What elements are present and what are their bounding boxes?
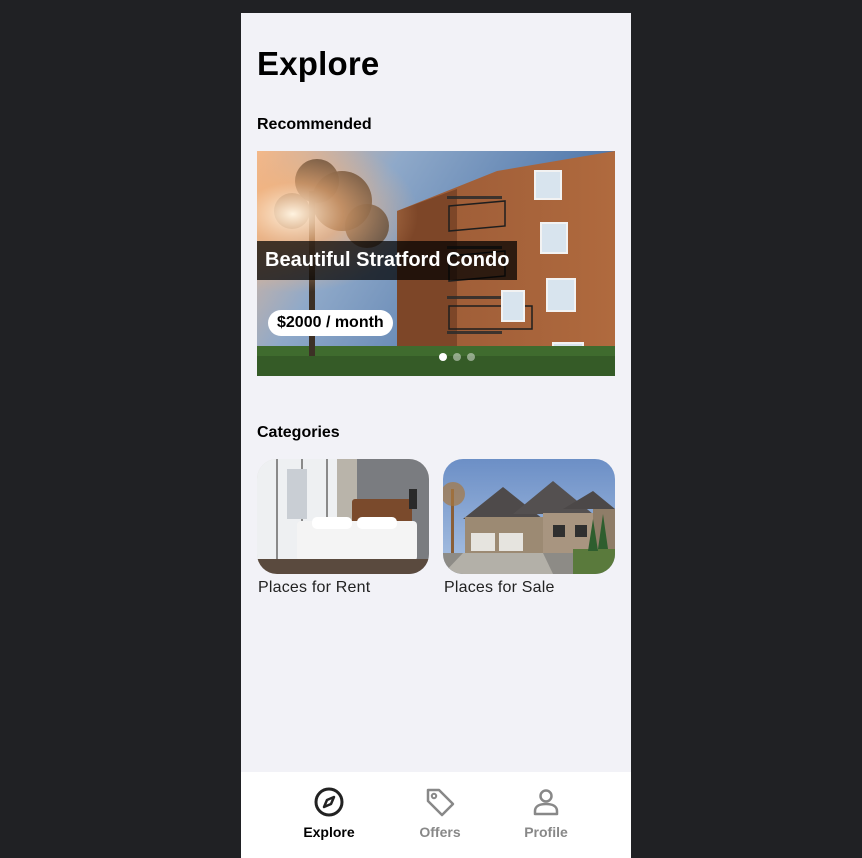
tab-label: Profile [524,824,568,840]
listing-title: Beautiful Stratford Condo [257,241,518,280]
page-title: Explore [257,45,380,82]
tab-label: Offers [419,824,461,840]
category-label: Places for Sale [444,579,555,596]
bedroom-photo [257,459,429,574]
category-places-for-sale[interactable]: Places for Sale [443,459,615,597]
tab-explore[interactable]: Explore [289,786,369,840]
tab-offers[interactable]: Offers [400,786,480,840]
recommended-heading: Recommended [257,116,372,133]
categories-heading: Categories [257,424,340,441]
tab-profile[interactable]: Profile [506,786,586,840]
tab-label: Explore [303,824,355,840]
house-photo [443,459,615,574]
carousel-dot[interactable] [467,353,475,361]
tag-icon [426,788,455,817]
carousel-dot-active[interactable] [439,353,447,361]
listing-price: $2000 / month [268,310,393,336]
category-label: Places for Rent [258,579,371,596]
app-screen: Explore Recommended Beautiful Stratford … [241,13,631,858]
category-places-for-rent[interactable]: Places for Rent [257,459,429,597]
bottom-tab-bar: Explore Offers Profile [241,772,631,858]
carousel-dots [439,353,475,361]
carousel-dot[interactable] [453,353,461,361]
compass-icon [314,787,344,817]
user-icon [533,789,559,816]
recommended-carousel[interactable]: Beautiful Stratford Condo $2000 / month [257,151,615,376]
